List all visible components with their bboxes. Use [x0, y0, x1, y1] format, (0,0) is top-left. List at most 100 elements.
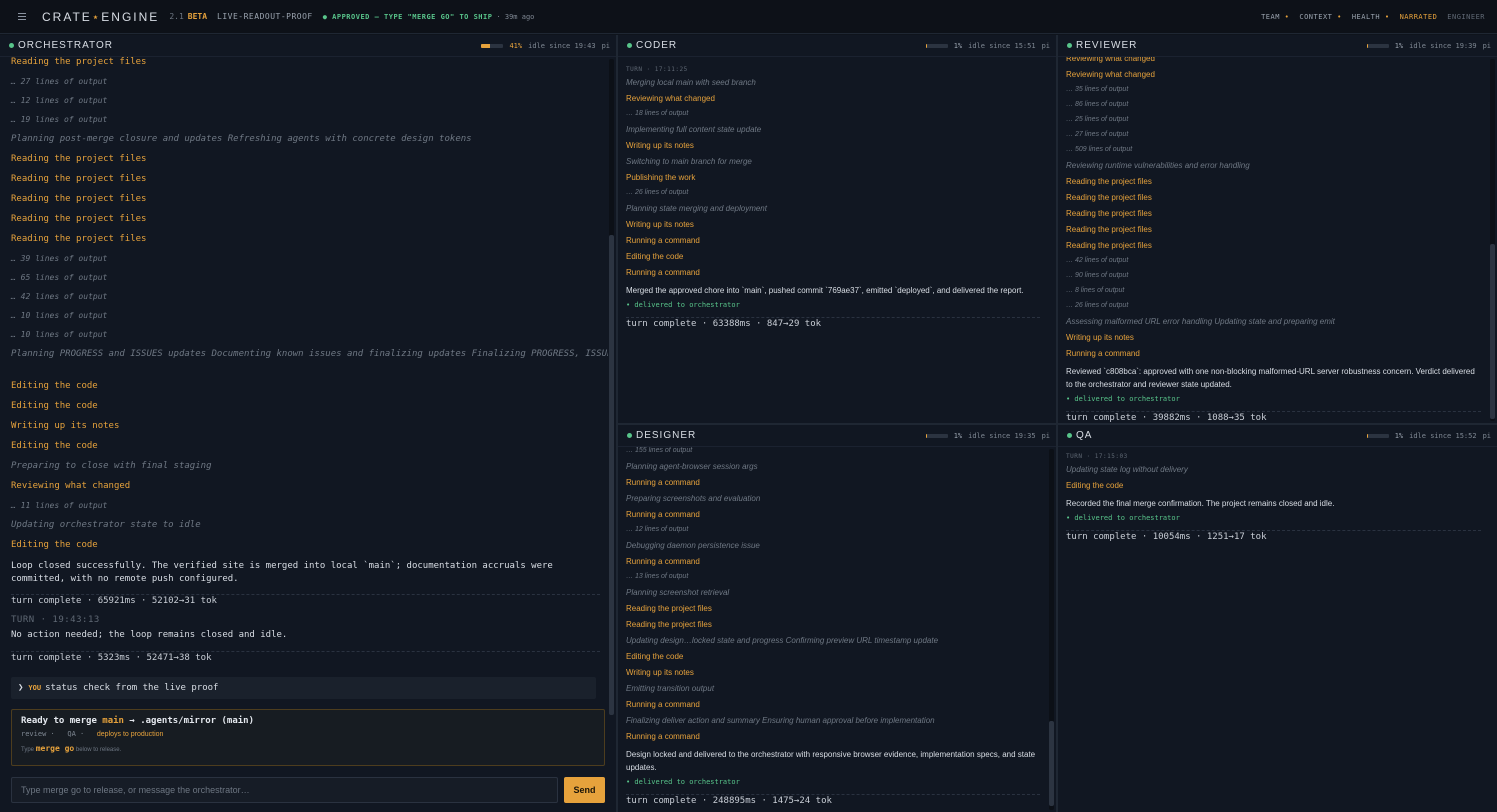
activity-line: Reviewing what changed — [1066, 57, 1155, 63]
thinking-line: Emitting transition output — [626, 684, 715, 693]
context-meter — [925, 43, 948, 48]
context-meter — [925, 433, 948, 438]
nav-context[interactable]: CONTEXT • — [1299, 13, 1341, 21]
activity-line: Reading the project files — [1066, 209, 1152, 218]
delivery-status: • delivered to orchestrator — [1066, 514, 1180, 522]
activity-line: Running a command — [626, 557, 700, 566]
thinking-line: Merging local main with seed branch — [626, 78, 756, 87]
pane-title: ORCHESTRATOR — [18, 40, 113, 51]
merge-hint: Type merge go below to release. — [21, 744, 122, 753]
approval-age: · 39m ago — [496, 12, 535, 21]
activity-line: Reading the project files — [1066, 225, 1152, 234]
activity-line: Writing up its notes — [1066, 333, 1134, 342]
message-input[interactable] — [11, 777, 558, 803]
activity-line: Reviewing what changed — [626, 94, 715, 103]
activity-line: Running a command — [626, 478, 700, 487]
thinking-line: Assessing malformed URL error handling U… — [1066, 317, 1335, 326]
activity-line: Reading the project files — [1066, 193, 1152, 202]
activity-line: Writing up its notes — [626, 220, 694, 229]
status-dot — [627, 43, 632, 48]
scrollbar[interactable] — [609, 59, 614, 715]
activity-line: Editing the code — [626, 252, 684, 261]
merge-title: Ready to merge main → .agents/mirror (ma… — [21, 716, 255, 726]
context-percent: 41% — [509, 41, 523, 50]
user-message-text: status check from the live proof — [45, 683, 219, 693]
qa-pane: QA 1% idle since 15:52 pi TURN · 17:15:0… — [1058, 425, 1497, 812]
nav-team[interactable]: TEAM • — [1261, 13, 1289, 21]
context-percent: 1% — [1394, 41, 1404, 50]
agent-tag: pi — [1041, 41, 1050, 50]
activity-line: Writing up its notes — [11, 421, 120, 431]
send-button[interactable]: Send — [564, 777, 605, 803]
output-summary: … 42 lines of output — [11, 292, 108, 301]
output-summary: … 26 lines of output — [626, 189, 689, 196]
reviewer-pane: REVIEWER 1% idle since 19:39 pi Reviewin… — [1058, 35, 1497, 423]
context-meter — [1366, 43, 1389, 48]
output-summary: … 155 lines of output — [626, 447, 693, 454]
activity-line: Editing the code — [1066, 481, 1124, 490]
output-summary: … 10 lines of output — [11, 330, 108, 339]
reviewer-log: Reviewing what changed Reviewing what cha… — [1058, 57, 1489, 423]
activity-line: Editing the code — [11, 381, 98, 391]
thinking-line: Updating state log without delivery — [1066, 465, 1188, 474]
output-summary: … 27 lines of output — [1066, 131, 1129, 138]
output-summary: … 12 lines of output — [626, 526, 689, 533]
thinking-line: Implementing full content state update — [626, 125, 762, 134]
designer-log: … 155 lines of output Planning agent-brow… — [618, 447, 1048, 812]
status-dot — [627, 433, 632, 438]
turn-separator — [1066, 530, 1481, 531]
result-text: Reviewed `c808bca`: approved with one no… — [1066, 367, 1475, 389]
pane-title: REVIEWER — [1076, 40, 1138, 51]
thinking-line: Preparing to close with final staging — [11, 461, 212, 471]
activity-line: Running a command — [626, 268, 700, 277]
star-icon: ⋆ — [91, 9, 102, 24]
activity-line: Writing up its notes — [626, 668, 694, 677]
output-summary: … 19 lines of output — [11, 115, 108, 124]
activity-line: Editing the code — [11, 401, 98, 411]
activity-line: Reading the project files — [11, 154, 147, 164]
nav-engineer[interactable]: ENGINEER — [1447, 13, 1485, 21]
activity-line: Reading the project files — [626, 604, 712, 613]
activity-line: Reading the project files — [11, 194, 147, 204]
chevron-right-icon: ❯ — [18, 683, 24, 693]
result-text: Loop closed successfully. The verified s… — [11, 561, 553, 584]
output-summary: … 13 lines of output — [626, 573, 689, 580]
output-summary: … 12 lines of output — [11, 96, 108, 105]
designer-header: DESIGNER 1% idle since 19:35 pi — [618, 425, 1056, 447]
activity-line: Publishing the work — [626, 173, 696, 182]
thinking-line: Planning state merging and deployment — [626, 204, 767, 213]
activity-line: Editing the code — [626, 652, 684, 661]
turn-separator — [11, 651, 600, 652]
output-summary: … 35 lines of output — [1066, 86, 1129, 93]
project-name: LIVE-READOUT-PROOF — [217, 12, 313, 21]
nav-health[interactable]: HEALTH • — [1352, 13, 1390, 21]
menu-icon[interactable] — [18, 12, 28, 21]
you-label: YOU — [28, 684, 42, 692]
output-summary: … 25 lines of output — [1066, 116, 1129, 123]
turn-summary: turn complete · 5323ms · 52471→38 tok — [11, 653, 212, 663]
delivery-status: • delivered to orchestrator — [626, 778, 740, 786]
activity-line: Running a command — [626, 700, 700, 709]
turn-summary: turn complete · 65921ms · 52102→31 tok — [11, 596, 217, 606]
version-label: 2.1 — [169, 12, 184, 21]
turn-separator — [626, 317, 1040, 318]
output-summary: … 509 lines of output — [1066, 146, 1133, 153]
output-summary: … 8 lines of output — [1066, 287, 1125, 294]
context-meter — [481, 43, 504, 48]
agent-tag: pi — [1041, 431, 1050, 440]
thinking-line: Reviewing runtime vulnerabilities and er… — [1066, 161, 1250, 170]
coder-header: CODER 1% idle since 15:51 pi — [618, 35, 1056, 57]
scrollbar[interactable] — [1049, 449, 1054, 810]
result-text: Design locked and delivered to the orche… — [626, 750, 1036, 772]
nav-narrated[interactable]: NARRATED — [1400, 13, 1438, 21]
delivery-status: • delivered to orchestrator — [1066, 395, 1180, 403]
activity-line: Running a command — [626, 510, 700, 519]
thinking-line: Updating design…locked state and progres… — [626, 636, 939, 645]
output-summary: … 86 lines of output — [1066, 101, 1129, 108]
scrollbar[interactable] — [1490, 59, 1495, 421]
turn-summary: turn complete · 63388ms · 847→29 tok — [626, 319, 822, 329]
brand-logo: CRATE⋆ENGINE — [42, 9, 160, 24]
activity-line: Running a command — [626, 732, 700, 741]
output-summary: … 42 lines of output — [1066, 257, 1129, 264]
turn-summary: turn complete · 248895ms · 1475→24 tok — [626, 796, 832, 806]
